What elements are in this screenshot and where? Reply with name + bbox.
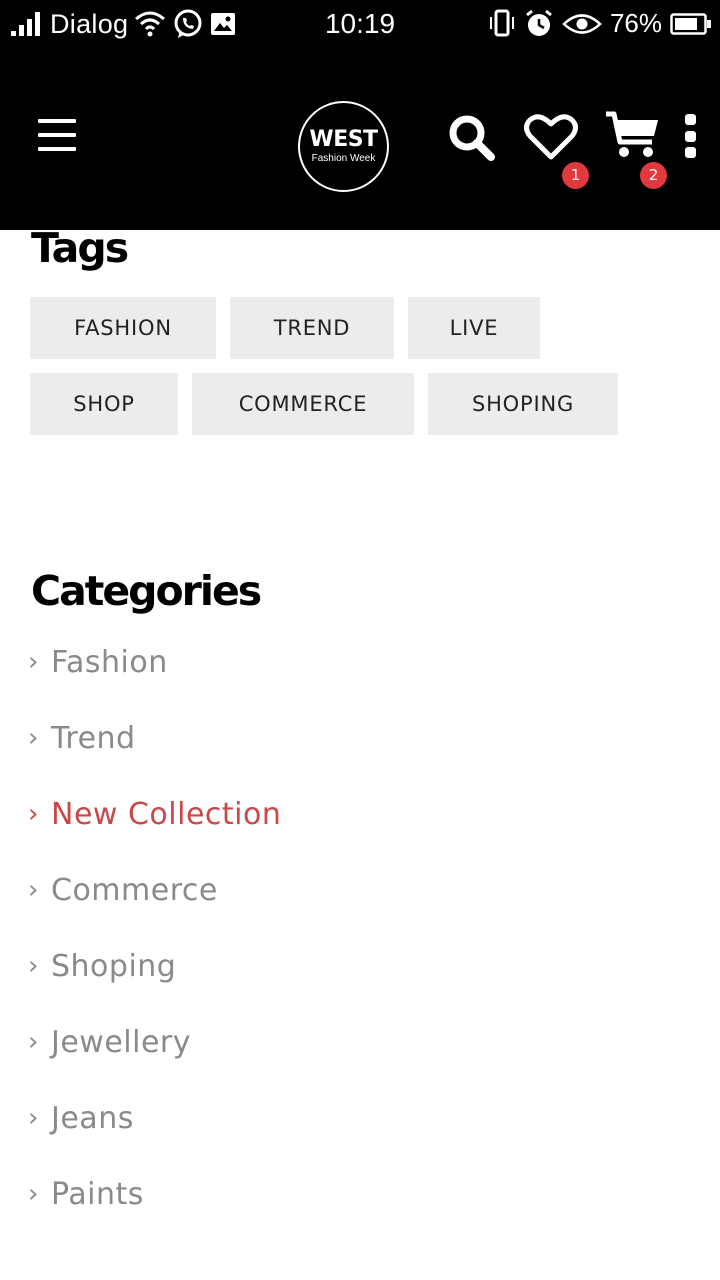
category-jeans[interactable]: › Jeans [28,1096,134,1140]
category-jewellery[interactable]: › Jewellery [28,1020,191,1064]
category-label: New Collection [51,796,282,832]
cart-count-badge: 2 [640,162,667,189]
chevron-right-icon: › [28,723,39,753]
tag-fashion[interactable]: FASHION [30,297,216,359]
category-label: Commerce [51,872,218,908]
more-options-icon[interactable] [680,114,700,158]
categories-heading: Categories [31,567,262,615]
category-commerce[interactable]: › Commerce [28,868,218,912]
category-new-collection[interactable]: › New Collection [28,792,281,836]
tag-shoping[interactable]: SHOPING [428,373,618,435]
tag-shop[interactable]: SHOP [30,373,178,435]
eye-icon [562,13,602,34]
chevron-right-icon: › [28,1179,39,1209]
status-bar: Dialog 10:19 76% [0,0,720,52]
category-label: Shoping [51,948,177,984]
wishlist-count-badge: 1 [562,162,589,189]
chevron-right-icon: › [28,647,39,677]
cart-icon[interactable] [604,110,662,160]
logo-main-text: WEST [309,127,378,152]
category-fashion[interactable]: › Fashion [28,640,168,684]
battery-percent: 76% [609,8,662,38]
category-label: Jeans [51,1100,134,1136]
category-label: Jewellery [51,1024,192,1060]
search-icon[interactable] [446,112,496,162]
vibrate-icon [489,9,514,36]
tag-commerce[interactable]: COMMERCE [192,373,414,435]
heart-icon[interactable] [524,112,578,162]
brand-logo[interactable]: WEST Fashion Week [298,101,389,192]
category-label: Fashion [51,644,168,680]
category-trend[interactable]: › Trend [28,716,136,760]
battery-icon [670,12,711,35]
chevron-right-icon: › [28,951,39,981]
tag-trend[interactable]: TREND [230,297,394,359]
chevron-right-icon: › [28,1027,39,1057]
chevron-right-icon: › [28,1103,39,1133]
app-header: WEST Fashion Week 1 2 [0,52,720,230]
category-label: Paints [51,1176,144,1212]
hamburger-menu-icon[interactable] [38,119,76,151]
tag-live[interactable]: LIVE [408,297,540,359]
status-right: 76% [488,8,712,39]
category-paints[interactable]: › Paints [28,1172,144,1216]
tags-heading: Tags [31,224,129,272]
logo-sub-text: Fashion Week [311,153,376,164]
category-label: Trend [51,720,136,756]
category-shoping[interactable]: › Shoping [28,944,176,988]
chevron-right-icon: › [28,875,39,905]
chevron-right-icon: › [28,799,39,829]
alarm-icon [526,9,552,36]
